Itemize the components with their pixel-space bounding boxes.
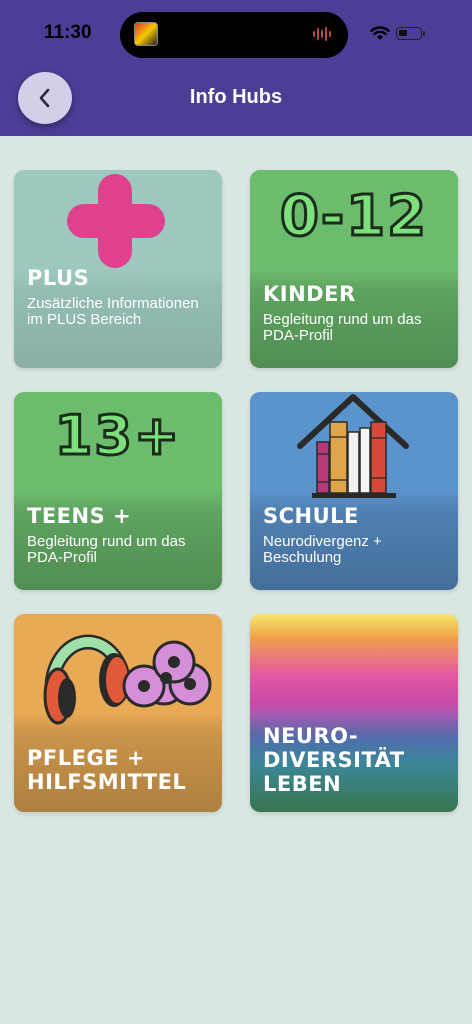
card-kinder[interactable]: 0-12 KINDER Begleitung rund um das PDA-P…: [250, 170, 458, 368]
dynamic-island: [120, 12, 348, 58]
card-title-line-2: HILFSMITTEL: [27, 770, 187, 794]
card-pflege-hilfsmittel[interactable]: PFLEGE + HILFSMITTEL: [14, 614, 222, 812]
card-title-line-1: PFLEGE +: [27, 746, 145, 770]
page-title: Info Hubs: [189, 86, 283, 108]
status-time: 11:30: [44, 22, 92, 43]
card-title: PLUS: [27, 266, 90, 290]
age-0-12-icon: 0-12: [278, 183, 429, 251]
battery-icon: [396, 27, 425, 40]
card-title: SCHULE: [263, 504, 359, 528]
card-title-line-3: LEBEN: [263, 772, 342, 796]
app-header: 11:30 Info Hubs: [0, 0, 472, 136]
card-teens[interactable]: 13+ TEENS + Begleitung rund um das PDA-P…: [14, 392, 222, 590]
card-title-line-2: DIVERSITÄT: [263, 748, 405, 772]
card-title: TEENS +: [27, 504, 132, 528]
card-subtitle: Begleitung rund um das PDA-Profil: [263, 311, 422, 344]
card-title: KINDER: [263, 282, 356, 306]
card-subtitle: Neurodivergenz + Beschulung: [263, 533, 382, 566]
now-playing-app-icon: [134, 22, 158, 46]
wifi-icon: [370, 26, 390, 40]
card-schule[interactable]: SCHULE Neurodivergenz + Beschulung: [250, 392, 458, 590]
card-subtitle: Zusätzliche Informationen im PLUS Bereic…: [27, 295, 199, 328]
age-13-plus-icon: 13+: [53, 403, 182, 469]
card-neurodiversitaet-leben[interactable]: NEURO- DIVERSITÄT LEBEN: [250, 614, 458, 812]
audio-waveform-icon: [313, 27, 331, 41]
card-subtitle: Begleitung rund um das PDA-Profil: [27, 533, 186, 566]
card-title-line-1: NEURO-: [263, 724, 359, 748]
card-plus[interactable]: PLUS Zusätzliche Informationen im PLUS B…: [14, 170, 222, 368]
